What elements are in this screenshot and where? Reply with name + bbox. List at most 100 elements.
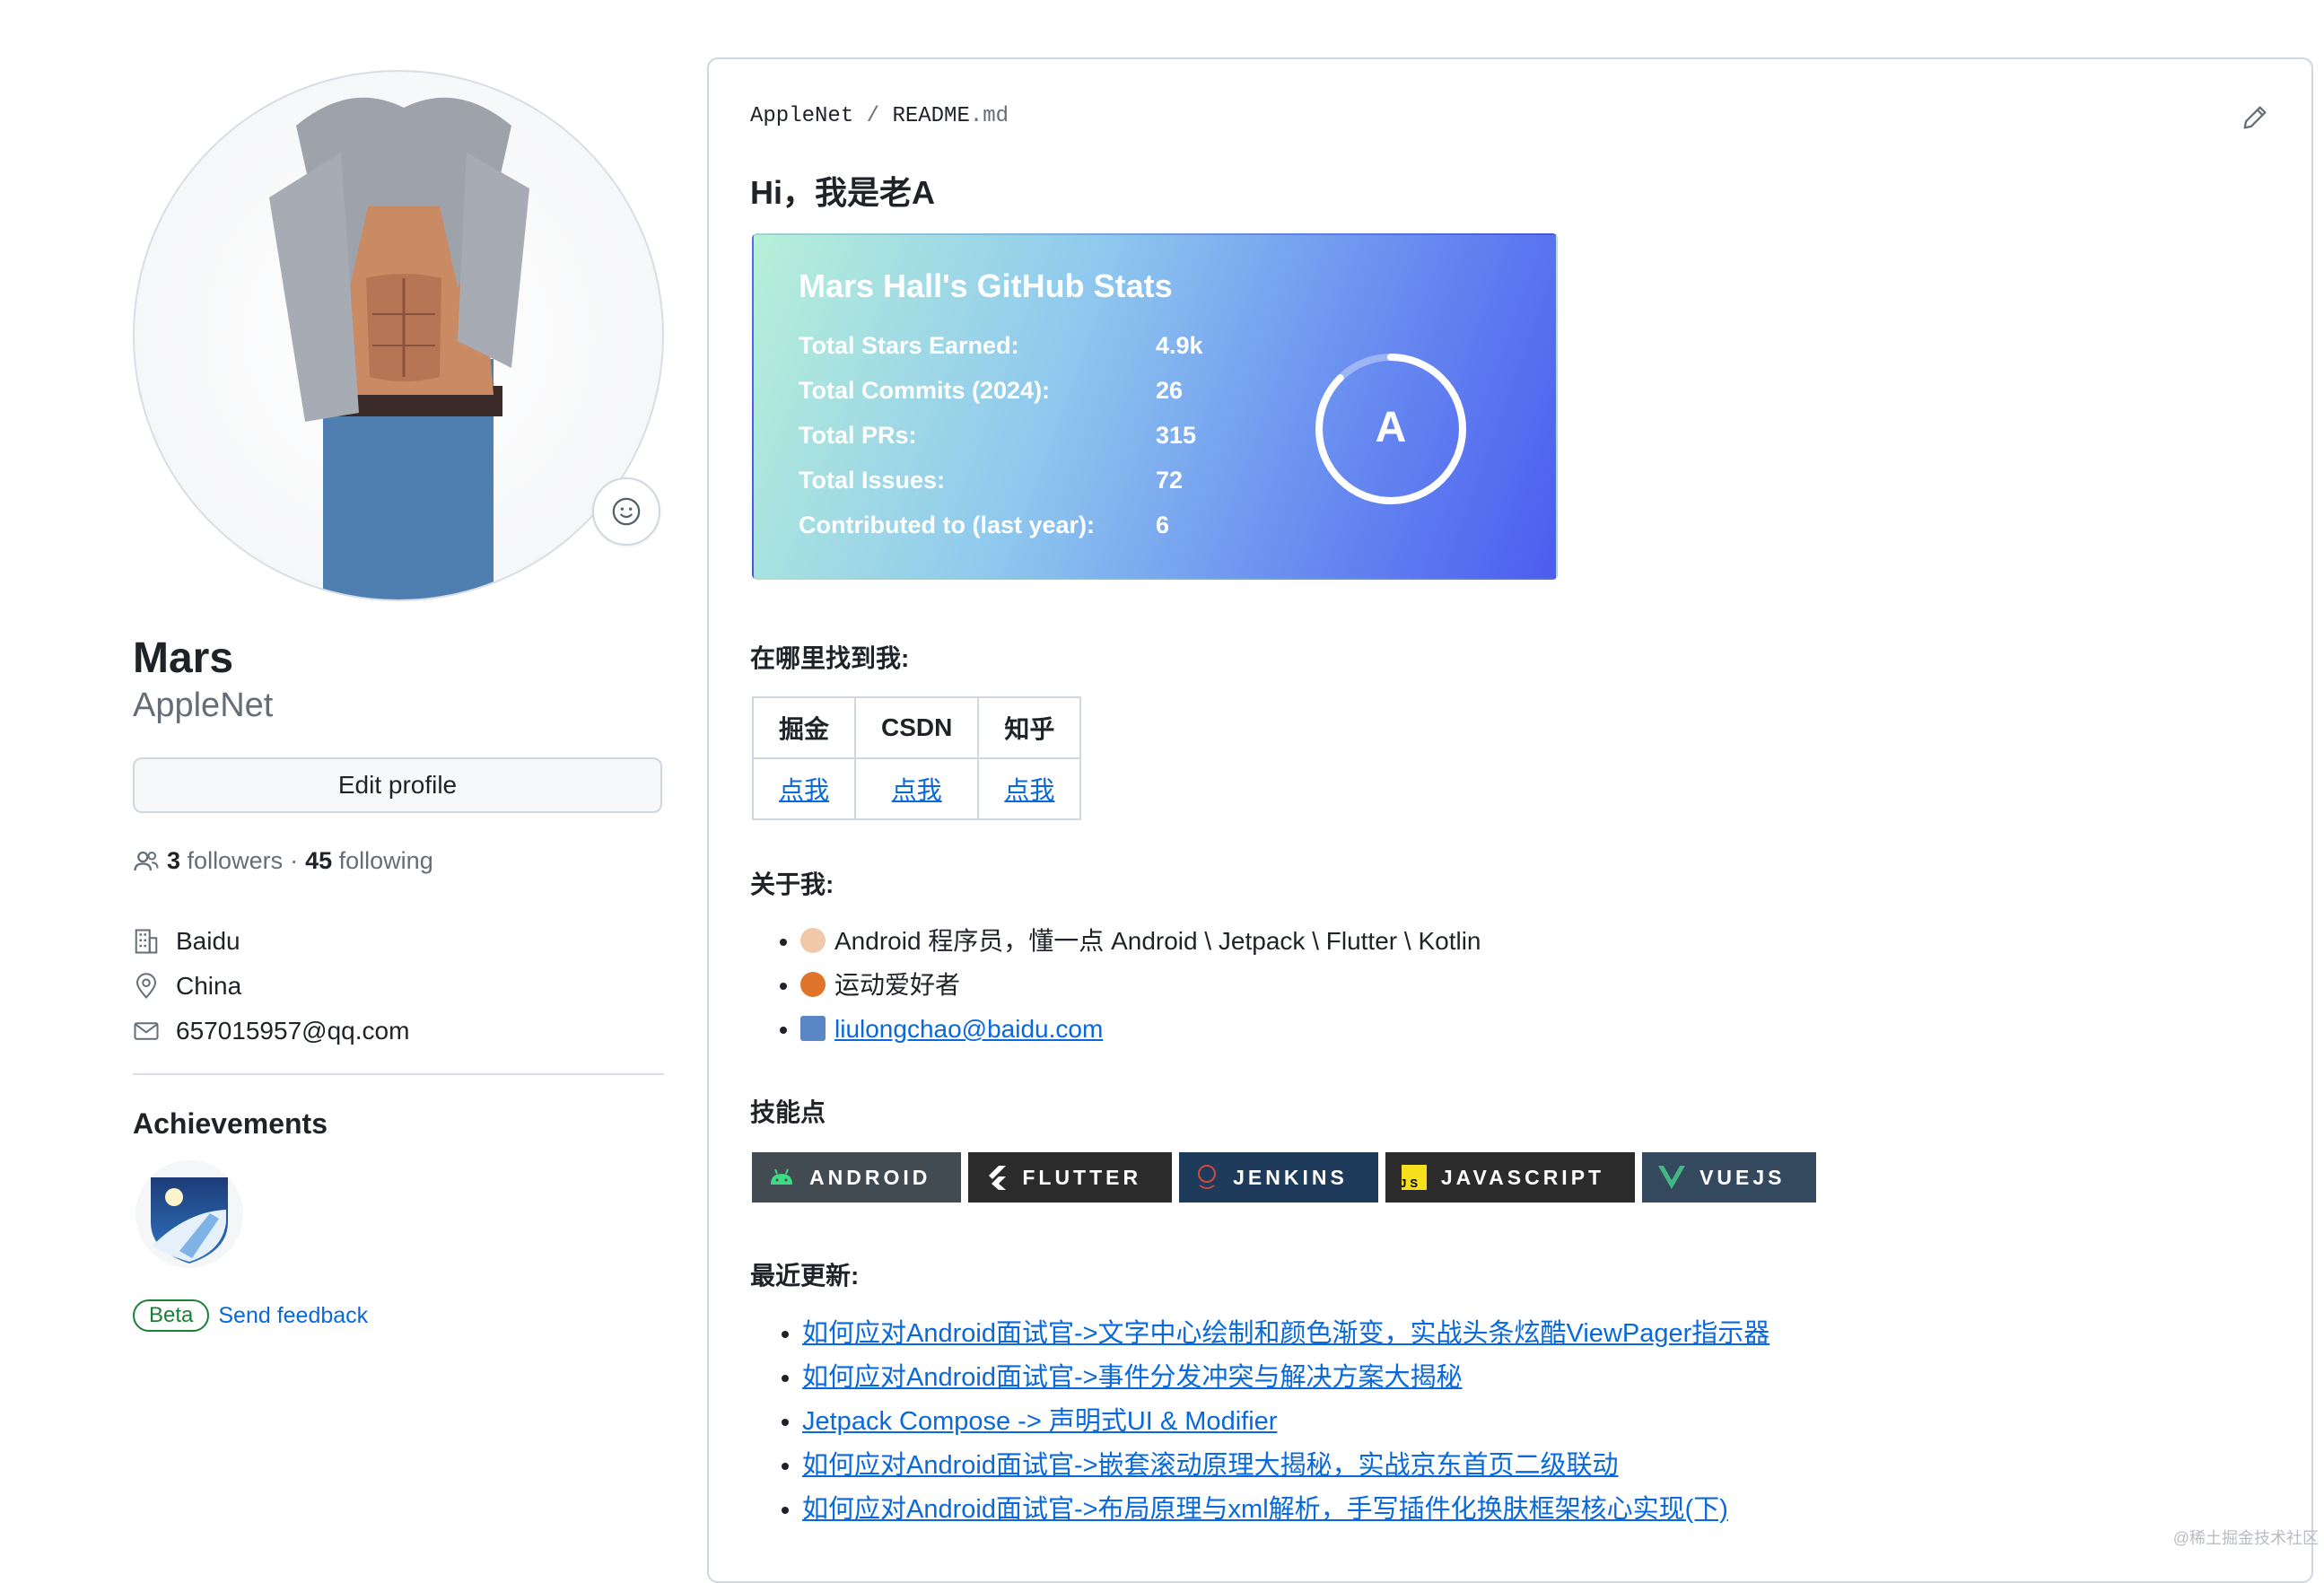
vcard-company: Baidu (133, 919, 409, 964)
crumb-file: README (892, 104, 970, 128)
recent-post-link[interactable]: 如何应对Android面试官->文字中心绘制和颜色渐变，实战头条炫酷ViewPa… (802, 1319, 1769, 1348)
crumb-separator: / (866, 104, 880, 128)
vuejs-icon (1658, 1166, 1686, 1189)
beta-feedback-row: Beta Send feedback (133, 1299, 368, 1332)
list-item: liulongchao@baidu.com (800, 1007, 1481, 1051)
vcard-email: 657015957@qq.com (133, 1009, 409, 1054)
where-table: 掘金 CSDN 知乎 点我 点我 点我 (751, 696, 1082, 820)
location-icon (135, 973, 157, 1000)
profile-fullname: Mars (133, 634, 234, 682)
people-icon (134, 851, 159, 870)
stats-value: 26 (1156, 377, 1184, 404)
stats-value: 6 (1156, 512, 1170, 538)
skill-badge-flutter[interactable]: FLUTTER (968, 1152, 1173, 1203)
recent-title: 最近更新: (750, 1262, 860, 1290)
stats-value: 72 (1156, 467, 1184, 494)
recent-list: 如何应对Android面试官->文字中心绘制和颜色渐变，实战头条炫酷ViewPa… (750, 1312, 1769, 1532)
sidebar-divider (133, 1073, 664, 1075)
skill-badge-vuejs[interactable]: VUEJS (1642, 1152, 1816, 1203)
profile-username: AppleNet (133, 687, 274, 724)
stats-label: Total Issues: (799, 467, 946, 494)
about-list: Android 程序员，懂一点 Android \ Jetpack \ Flut… (750, 919, 1481, 1051)
send-feedback-link[interactable]: Send feedback (218, 1303, 368, 1329)
stats-title: Mars Hall's GitHub Stats (799, 267, 1173, 304)
following-count: 45 (305, 847, 333, 874)
stats-value: 4.9k (1156, 332, 1203, 359)
recent-post-link[interactable]: 如何应对Android面试官->嵌套滚动原理大揭秘，实战京东首页二级联动 (802, 1451, 1619, 1480)
grade-ring: A (1315, 354, 1466, 504)
skill-label: JAVASCRIPT (1440, 1165, 1605, 1189)
where-header-juejin: 掘金 (751, 696, 857, 759)
pencil-icon (2243, 106, 2267, 129)
grade-letter: A (1376, 404, 1407, 451)
recent-post-link[interactable]: 如何应对Android面试官->事件分发冲突与解决方案大揭秘 (802, 1363, 1463, 1392)
basketball-emoji-icon (800, 972, 826, 997)
achievement-badge[interactable] (133, 1158, 246, 1271)
avatar[interactable] (133, 70, 664, 601)
location-text: China (176, 972, 242, 1000)
list-item: Jetpack Compose -> 声明式UI & Modifier (802, 1400, 1769, 1444)
mail-icon (134, 1022, 159, 1040)
follow-stats: 3 followers · 45 following (133, 847, 433, 875)
where-link-juejin[interactable]: 点我 (779, 776, 829, 804)
crumb-owner[interactable]: AppleNet (750, 104, 853, 128)
where-header-zhihu: 知乎 (977, 696, 1082, 759)
follow-separator: · (290, 847, 299, 874)
skill-badge-javascript[interactable]: JS JAVASCRIPT (1385, 1152, 1636, 1203)
avatar-image (269, 97, 529, 599)
where-link-csdn[interactable]: 点我 (892, 776, 942, 804)
skills-badges: ANDROID FLUTTER JENKINS JS JAVASCRIPT VU… (752, 1152, 1816, 1203)
following-link[interactable]: 45 following (305, 847, 433, 875)
skills-title: 技能点 (750, 1098, 826, 1126)
about-title: 关于我: (750, 870, 834, 898)
organization-icon (135, 929, 158, 954)
watermark: @稀土掘金技术社区 (2172, 1529, 2319, 1547)
set-status-button[interactable] (592, 477, 660, 546)
where-header-csdn: CSDN (854, 696, 980, 759)
stats-label: Contributed to (last year): (799, 512, 1096, 538)
crumb-ext: .md (969, 104, 1009, 128)
achievements-title: Achievements (133, 1107, 328, 1140)
beta-badge: Beta (133, 1299, 210, 1332)
email-link[interactable]: 657015957@qq.com (176, 1017, 409, 1045)
stats-label: Total Stars Earned: (799, 332, 1019, 359)
recent-post-link[interactable]: 如何应对Android面试官->布局原理与xml解析，手写插件化换肤框架核心实现… (802, 1495, 1728, 1524)
stats-value: 315 (1156, 422, 1197, 449)
skill-badge-jenkins[interactable]: JENKINS (1179, 1152, 1378, 1203)
edit-readme-button[interactable] (2240, 102, 2270, 137)
skill-label: VUEJS (1699, 1165, 1786, 1189)
programmer-emoji-icon (800, 928, 826, 953)
mailbox-emoji-icon (800, 1016, 826, 1041)
readme-heading: Hi，我是老A (750, 174, 935, 211)
list-item: 如何应对Android面试官->布局原理与xml解析，手写插件化换肤框架核心实现… (802, 1488, 1769, 1532)
jenkins-icon (1198, 1165, 1217, 1189)
profile-avatar-wrap (133, 70, 664, 601)
android-icon (771, 1168, 792, 1185)
github-stats-card: Mars Hall's GitHub Stats Total Stars Ear… (752, 233, 1558, 580)
skill-label: ANDROID (809, 1165, 931, 1189)
following-label: following (338, 847, 433, 874)
about-email-link[interactable]: liulongchao@baidu.com (834, 1015, 1103, 1043)
recent-post-link[interactable]: Jetpack Compose -> 声明式UI & Modifier (802, 1407, 1277, 1436)
followers-link[interactable]: 3 followers (167, 847, 283, 875)
followers-count: 3 (167, 847, 181, 874)
vcard-location: China (133, 964, 409, 1009)
readme-breadcrumb: AppleNet / README.md (750, 104, 1009, 128)
about-item-text: Android 程序员，懂一点 Android \ Jetpack \ Flut… (834, 927, 1481, 955)
arctic-code-vault-icon (135, 1160, 243, 1268)
where-title: 在哪里找到我: (750, 644, 910, 672)
skill-label: JENKINS (1233, 1165, 1348, 1189)
edit-profile-button[interactable]: Edit profile (133, 757, 662, 813)
javascript-icon: JS (1401, 1165, 1427, 1190)
svg-text:JS: JS (1402, 1176, 1421, 1190)
list-item: 运动爱好者 (800, 963, 1481, 1007)
skill-label: FLUTTER (1022, 1165, 1142, 1189)
flutter-icon (989, 1166, 1007, 1190)
where-link-zhihu[interactable]: 点我 (1004, 776, 1054, 804)
list-item: 如何应对Android面试官->文字中心绘制和颜色渐变，实战头条炫酷ViewPa… (802, 1312, 1769, 1356)
stats-label: Total Commits (2024): (799, 377, 1051, 404)
list-item: 如何应对Android面试官->事件分发冲突与解决方案大揭秘 (802, 1356, 1769, 1400)
skill-badge-android[interactable]: ANDROID (752, 1152, 962, 1203)
followers-label: followers (187, 847, 284, 874)
smiley-icon (612, 497, 641, 526)
